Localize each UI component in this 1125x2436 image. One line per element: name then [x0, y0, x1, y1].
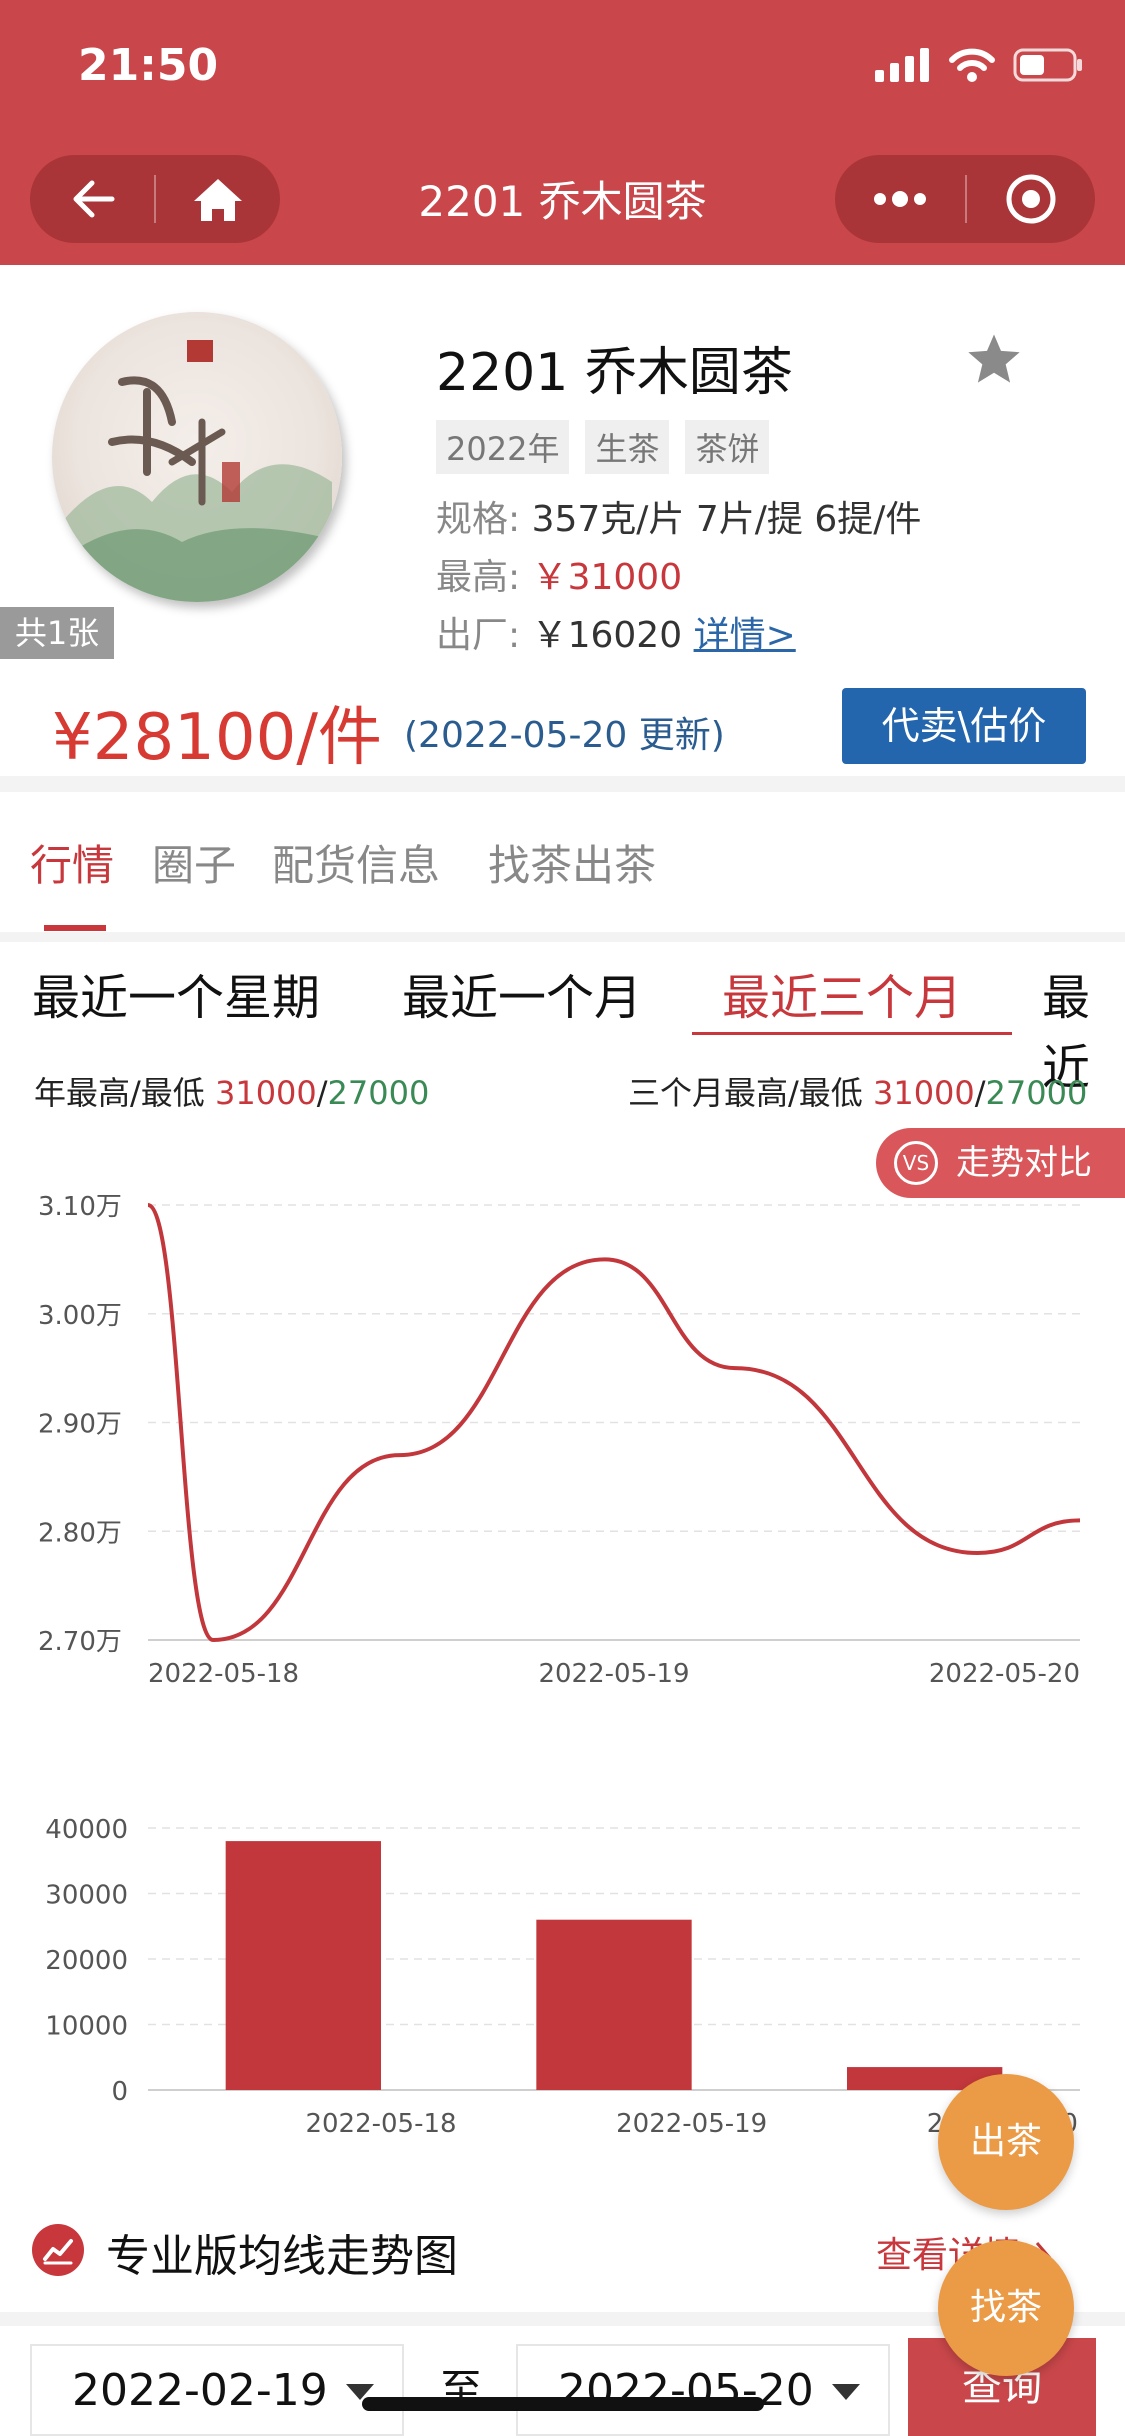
details-link[interactable]: 详情> [694, 615, 796, 656]
volume-bar [536, 1919, 692, 2090]
start-date-select[interactable]: 2022-02-19 [30, 2344, 404, 2436]
sell-tea-fab[interactable]: 出茶 [938, 2074, 1074, 2210]
more-button[interactable] [835, 155, 965, 243]
year-label: 年最高/最低 [34, 1074, 205, 1112]
tag-type: 生茶 [585, 420, 670, 474]
end-date-select[interactable]: 2022-05-20 [516, 2344, 890, 2436]
target-close-icon [1006, 174, 1056, 224]
line-y-tick-label: 3.00万 [38, 1301, 122, 1331]
quarter-label: 三个月最高/最低 [628, 1074, 863, 1112]
high-label: 最高: [436, 557, 521, 598]
battery-icon [1013, 48, 1082, 82]
period-week[interactable]: 最近一个星期 [32, 958, 320, 1028]
tab-market[interactable]: 行情 [30, 832, 114, 893]
year-low: 27000 [327, 1074, 430, 1112]
factory-value: ￥16020 [531, 615, 683, 656]
price-updated: (2022-05-20 更新) [404, 715, 725, 756]
bar-y-tick-label: 0 [111, 2077, 128, 2107]
status-time: 21:50 [78, 40, 219, 91]
signal-icon [875, 48, 929, 82]
product-title: 2201 乔木圆茶 [436, 343, 793, 403]
moving-average-title: 专业版均线走势图 [106, 2231, 458, 2282]
quarter-low: 27000 [985, 1074, 1088, 1112]
consign-estimate-button[interactable]: 代卖\估价 [842, 688, 1086, 764]
line-x-tick-label: 2022-05-19 [538, 1659, 689, 1689]
trend-chart-icon [32, 2224, 84, 2276]
high-value: ￥31000 [531, 557, 683, 598]
spec-label: 规格: [436, 499, 521, 540]
product-tags: 2022年 生茶 茶饼 [436, 420, 770, 474]
factory-row: 出厂: ￥16020 详情> [436, 606, 796, 658]
bar-y-tick-label: 30000 [45, 1881, 128, 1911]
tab-active-indicator [44, 925, 106, 931]
status-icons [875, 48, 1083, 82]
tab-circle[interactable]: 圈子 [152, 832, 236, 893]
section-separator [0, 776, 1125, 792]
year-high: 31000 [214, 1074, 317, 1112]
bar-y-tick-label: 40000 [45, 1815, 128, 1845]
high-row: 最高: ￥31000 [436, 548, 682, 600]
tag-year: 2022年 [436, 420, 570, 474]
year-slash: / [316, 1074, 328, 1112]
current-price: ¥28100/件 [52, 701, 382, 775]
vs-icon: VS [894, 1141, 938, 1185]
tab-allocation[interactable]: 配货信息 [272, 832, 440, 893]
period-active-indicator [692, 1032, 1012, 1035]
line-y-tick-label: 3.10万 [38, 1192, 122, 1222]
line-y-tick-label: 2.90万 [38, 1410, 122, 1440]
quarter-high: 31000 [872, 1074, 975, 1112]
bar-y-tick-label: 10000 [45, 2012, 128, 2042]
period-three-months[interactable]: 最近三个月 [722, 958, 962, 1028]
line-y-tick-label: 2.80万 [38, 1518, 122, 1548]
app-header: 21:50 2201 乔木圆茶 [0, 0, 1125, 265]
bar-y-tick-label: 20000 [45, 1946, 128, 1976]
find-tea-fab[interactable]: 找茶 [938, 2240, 1074, 2376]
spec-value: 357克/片 7片/提 6提/件 [531, 499, 922, 540]
product-image[interactable] [52, 312, 342, 602]
line-x-tick-label: 2022-05-18 [148, 1659, 299, 1689]
image-count-badge: 共1张 [0, 607, 114, 659]
line-y-tick-label: 2.70万 [38, 1627, 122, 1657]
line-x-tick-label: 2022-05-20 [929, 1659, 1080, 1689]
quarter-high-low: 三个月最高/最低 31000/27000 [628, 1068, 1087, 1114]
section-separator [0, 932, 1125, 942]
tab-find-tea[interactable]: 找茶出茶 [488, 832, 656, 893]
year-high-low: 年最高/最低 31000/27000 [34, 1068, 429, 1114]
quarter-slash: / [974, 1074, 986, 1112]
bar-x-tick-label: 2022-05-18 [305, 2109, 456, 2139]
more-dots-icon [874, 191, 926, 207]
close-miniprogram-button[interactable] [967, 155, 1095, 243]
volume-bar [225, 1841, 381, 2090]
period-month[interactable]: 最近一个月 [402, 958, 642, 1028]
trend-compare-label: 走势对比 [956, 1143, 1092, 1183]
price-line-chart: 2.70万 2.80万 2.90万 3.00万 3.10万 2022-05-18 2022… [38, 1192, 1081, 1689]
tea-cake-illustration [62, 340, 332, 602]
home-indicator [362, 2397, 764, 2411]
star-icon [968, 334, 1020, 383]
bar-x-tick-label: 2022-05-19 [616, 2109, 767, 2139]
wifi-icon [949, 48, 995, 82]
start-date-value: 2022-02-19 [72, 2365, 328, 2416]
capsule-menu [835, 155, 1095, 243]
tag-form: 茶饼 [685, 420, 770, 474]
factory-label: 出厂: [436, 615, 521, 656]
spec-row: 规格: 357克/片 7片/提 6提/件 [436, 490, 921, 542]
favorite-button[interactable] [966, 332, 1022, 390]
dropdown-caret-icon [832, 2384, 860, 2400]
